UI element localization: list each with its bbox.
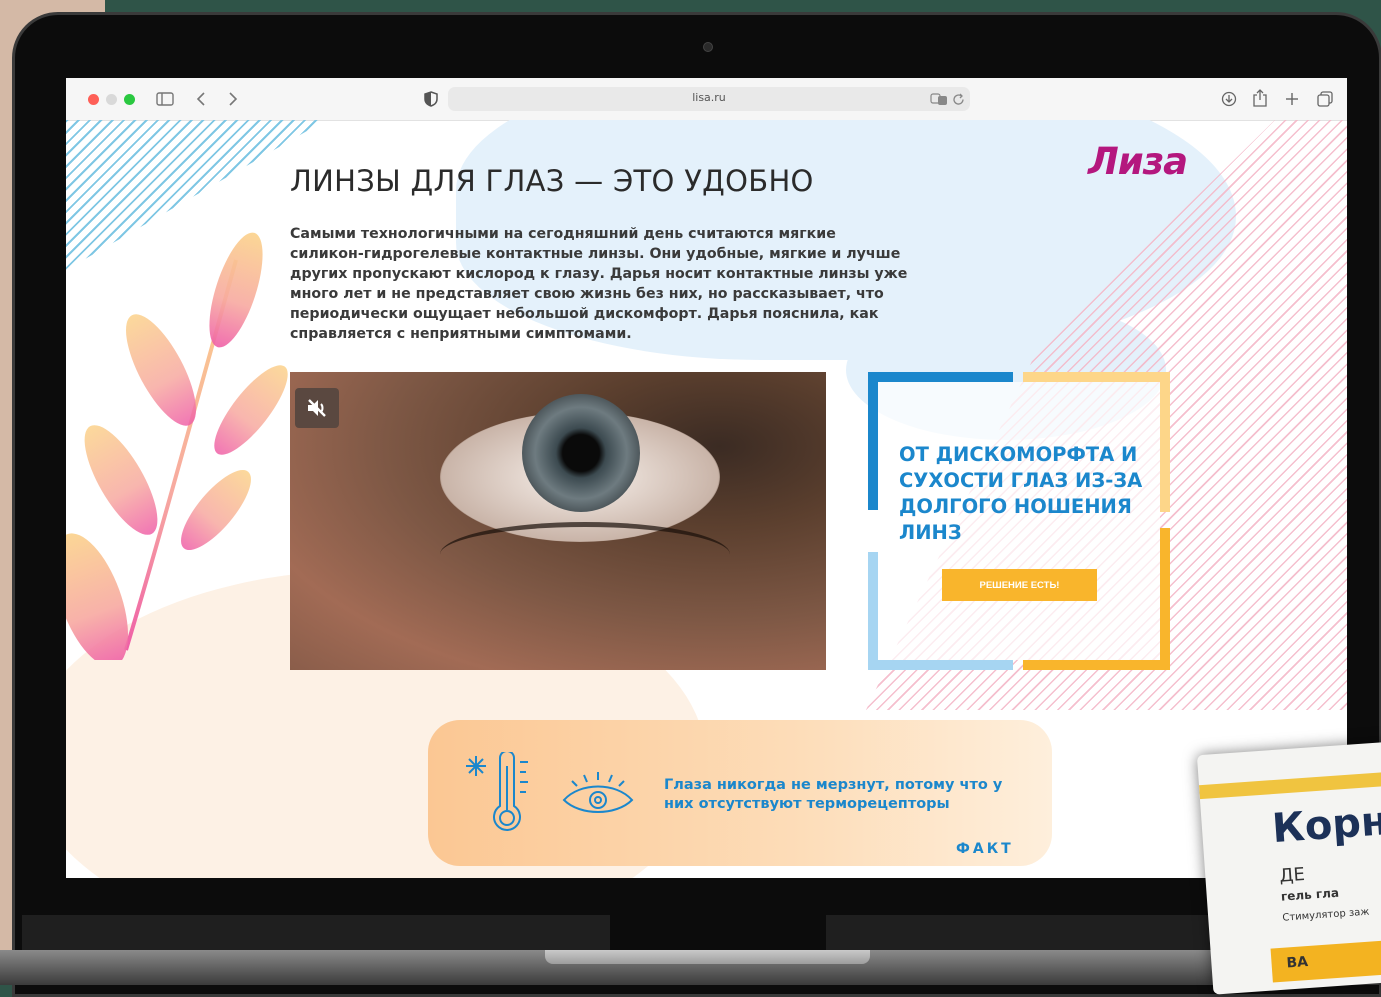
zoom-window-button[interactable] [124,94,135,105]
product-brand: BA [1286,954,1309,972]
video-player[interactable] [290,372,826,670]
laptop-bezel [22,915,610,950]
promo-banner: ОТ ДИСКОМОРФТА И СУХОСТИ ГЛАЗ ИЗ-ЗА ДОЛГ… [868,372,1170,670]
translate-icon[interactable] [930,93,948,106]
product-line: гель гла [1280,885,1340,904]
frame-segment [1023,372,1170,382]
frame-segment [1160,372,1170,512]
new-tab-icon[interactable] [1285,92,1299,106]
eye-iris [522,394,640,512]
fact-text: Глаза никогда не мерзнут, потому что у н… [664,777,1003,812]
url-text: lisa.ru [692,91,726,104]
back-icon[interactable] [196,92,206,106]
frame-segment [868,372,878,510]
webcam [703,42,713,52]
site-logo[interactable]: Лиза [1088,140,1188,183]
frame-segment [868,660,1013,670]
web-page: Лиза ЛИНЗЫ ДЛЯ ГЛАЗ — ЭТО УДОБНО Самыми … [66,120,1347,878]
product-line: ДЕ [1278,864,1306,887]
frame-segment [1023,660,1170,670]
eye-icon [562,772,634,813]
product-box: Корн ДЕ гель гла Стимулятор заж BA [1196,741,1381,995]
frame-segment [868,372,1013,382]
close-window-button[interactable] [88,94,99,105]
browser-window: lisa.ru Лиза ЛИНЗЫ ДЛЯ ГЛАЗ — ЭТО УДОБНО… [66,78,1347,878]
product-band [1198,771,1381,800]
product-name: Корн [1270,798,1381,853]
leaf-decoration-icon [66,232,288,660]
thermometer-snowflake-icon [466,752,528,831]
forward-icon[interactable] [228,92,238,106]
article-text: Самыми технологичными на сегодняшний ден… [290,226,908,342]
promo-title: ОТ ДИСКОМОРФТА И СУХОСТИ ГЛАЗ ИЗ-ЗА ДОЛГ… [899,443,1143,544]
frame-segment [1160,528,1170,670]
browser-toolbar: lisa.ru [66,78,1347,121]
laptop-notch [545,950,870,964]
fact-card: Глаза никогда не мерзнут, потому что у н… [428,720,1052,866]
mute-button[interactable] [295,388,339,428]
address-bar[interactable]: lisa.ru [448,87,970,111]
tab-overview-icon[interactable] [1317,91,1333,107]
eye-lashes [440,522,730,587]
sidebar-toggle-icon[interactable] [156,92,174,106]
solution-button[interactable]: РЕШЕНИЕ ЕСТЬ! [942,569,1097,601]
fact-label: ФАКТ [956,841,1014,857]
product-line: Стимулятор заж [1282,906,1370,924]
download-icon[interactable] [1221,91,1237,107]
laptop-bezel [826,915,1226,950]
frame-segment [868,552,878,670]
share-icon[interactable] [1253,89,1267,107]
product-footer: BA [1270,934,1381,983]
shield-icon[interactable] [424,91,438,107]
mute-icon [308,399,326,417]
reload-icon[interactable] [952,93,965,106]
minimize-window-button[interactable] [106,94,117,105]
page-title: ЛИНЗЫ ДЛЯ ГЛАЗ — ЭТО УДОБНО [290,164,814,198]
